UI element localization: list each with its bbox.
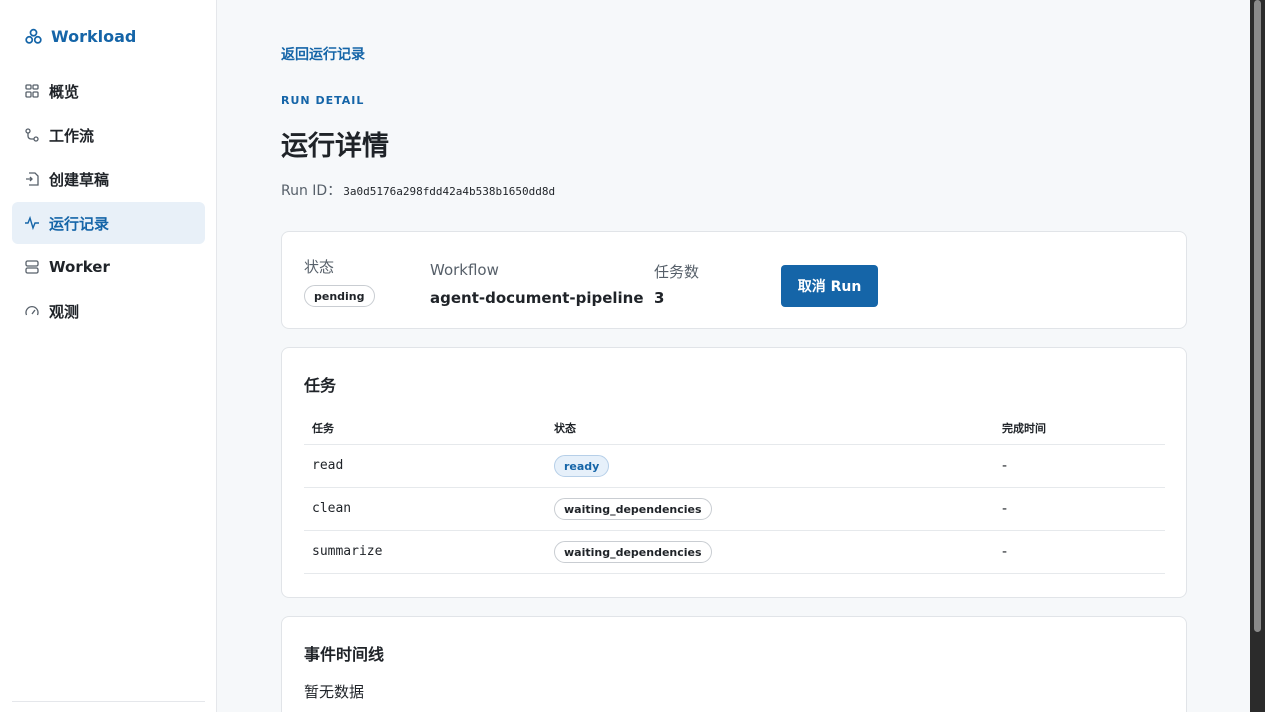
table-row[interactable]: summarize waiting_dependencies - xyxy=(304,531,1165,574)
run-summary-card: 状态 pending Workflow agent-document-pipel… xyxy=(281,231,1187,329)
task-completed-time: - xyxy=(1002,544,1008,560)
task-completed-time: - xyxy=(1002,501,1008,517)
cluster-icon xyxy=(25,28,42,44)
sidebar-item-label: 运行记录 xyxy=(49,214,110,233)
run-id-value: 3a0d5176a298fdd42a4b538b1650dd8d xyxy=(343,185,556,198)
column-header-task: 任务 xyxy=(312,422,334,435)
grid-icon xyxy=(24,83,40,99)
brand[interactable]: Workload xyxy=(24,26,136,46)
server-icon xyxy=(24,259,40,275)
sidebar-item-run-history[interactable]: 运行记录 xyxy=(12,202,205,244)
status-badge: pending xyxy=(304,285,375,307)
sidebar: Workload 概览 工作流 创建草稿 运行记录 Worker 观测 xyxy=(0,0,217,712)
task-name: clean xyxy=(312,501,352,516)
scrollbar[interactable] xyxy=(1250,0,1265,712)
brand-name: Workload xyxy=(51,26,137,46)
sidebar-item-label: 观测 xyxy=(49,302,80,321)
table-header: 任务 状态 完成时间 xyxy=(304,412,1165,445)
task-name: summarize xyxy=(312,544,383,559)
back-to-runs-link[interactable]: 返回运行记录 xyxy=(281,44,365,64)
table-row[interactable]: clean waiting_dependencies - xyxy=(304,488,1165,531)
draft-icon xyxy=(24,171,40,187)
run-id-label: Run ID： xyxy=(281,183,342,199)
column-header-status: 状态 xyxy=(554,422,576,435)
sidebar-item-create-draft[interactable]: 创建草稿 xyxy=(12,158,205,200)
task-count-label: 任务数 xyxy=(654,263,700,281)
sidebar-item-worker[interactable]: Worker xyxy=(12,246,205,288)
sidebar-item-label: 工作流 xyxy=(49,126,95,145)
events-empty-state: 暂无数据 xyxy=(304,683,365,701)
scrollbar-thumb[interactable] xyxy=(1254,0,1261,632)
column-header-completed: 完成时间 xyxy=(1002,422,1046,435)
run-id: Run ID： 3a0d5176a298fdd42a4b538b1650dd8d xyxy=(281,180,555,200)
sidebar-nav: 概览 工作流 创建草稿 运行记录 Worker 观测 xyxy=(12,70,205,334)
page-title: 运行详情 xyxy=(281,131,389,162)
sidebar-divider xyxy=(12,701,205,702)
events-timeline-card: 事件时间线 暂无数据 xyxy=(281,616,1187,712)
gauge-icon xyxy=(24,303,40,319)
events-title: 事件时间线 xyxy=(304,645,385,664)
sidebar-item-observability[interactable]: 观测 xyxy=(12,290,205,332)
sidebar-item-label: 创建草稿 xyxy=(49,170,110,189)
tasks-title: 任务 xyxy=(304,376,337,395)
sidebar-item-label: 概览 xyxy=(49,82,80,101)
page-eyebrow: RUN DETAIL xyxy=(281,94,365,107)
task-count-value: 3 xyxy=(654,289,665,307)
task-status-badge: waiting_dependencies xyxy=(554,541,712,563)
workflow-icon xyxy=(24,127,40,143)
sidebar-item-label: Worker xyxy=(49,258,110,276)
sidebar-item-workflows[interactable]: 工作流 xyxy=(12,114,205,156)
task-status-badge: waiting_dependencies xyxy=(554,498,712,520)
tasks-table: 任务 状态 完成时间 read ready - clean waiting_de… xyxy=(304,412,1165,574)
workflow-value: agent-document-pipeline xyxy=(430,289,644,307)
table-row[interactable]: read ready - xyxy=(304,445,1165,488)
status-label: 状态 xyxy=(304,258,335,276)
task-completed-time: - xyxy=(1002,458,1008,474)
sidebar-item-overview[interactable]: 概览 xyxy=(12,70,205,112)
workflow-label: Workflow xyxy=(430,261,499,279)
activity-icon xyxy=(24,215,40,231)
cancel-run-button[interactable]: 取消 Run xyxy=(781,265,878,307)
task-name: read xyxy=(312,458,344,473)
task-status-badge: ready xyxy=(554,455,610,477)
tasks-card: 任务 任务 状态 完成时间 read ready - clean waiting… xyxy=(281,347,1187,598)
main-content: 返回运行记录 RUN DETAIL 运行详情 Run ID： 3a0d5176a… xyxy=(217,0,1250,712)
